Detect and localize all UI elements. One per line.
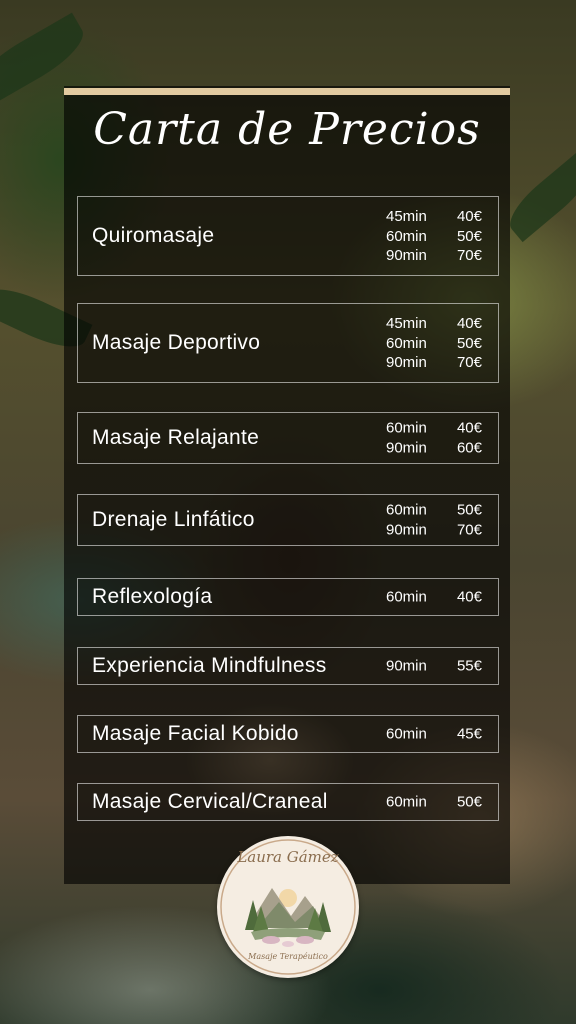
price: 40€ xyxy=(456,588,482,606)
price: 50€ xyxy=(456,227,482,245)
price-list: 60min 40€ xyxy=(386,587,482,607)
price-list: 60min 40€ 90min 60€ xyxy=(386,419,482,458)
duration: 60min xyxy=(386,725,427,743)
logo-subtitle: Masaje Terapéutico xyxy=(248,952,328,961)
service-row-masaje-relajante: Masaje Relajante 60min 40€ 90min 60€ xyxy=(77,412,499,464)
price-line: 90min 70€ xyxy=(386,353,482,373)
price: 40€ xyxy=(456,314,482,332)
price: 40€ xyxy=(456,419,482,437)
duration: 45min xyxy=(386,207,427,225)
price: 50€ xyxy=(456,501,482,519)
price: 70€ xyxy=(456,353,482,371)
service-row-experiencia-mindfulness: Experiencia Mindfulness 90min 55€ xyxy=(77,647,499,685)
service-name: Reflexología xyxy=(92,585,213,608)
duration: 90min xyxy=(386,521,427,538)
price-list: 60min 45€ xyxy=(386,724,482,744)
service-row-masaje-facial-kobido: Masaje Facial Kobido 60min 45€ xyxy=(77,715,499,753)
price-line: 60min 50€ xyxy=(386,226,482,246)
service-name: Drenaje Linfático xyxy=(92,508,255,531)
price: 50€ xyxy=(456,793,482,811)
duration: 45min xyxy=(386,314,427,332)
price-line: 60min 40€ xyxy=(386,587,482,607)
price-line: 60min 50€ xyxy=(386,333,482,353)
price: 55€ xyxy=(456,657,482,675)
price: 45€ xyxy=(456,725,482,743)
price-list: 60min 50€ 90min 70€ xyxy=(386,501,482,540)
service-name: Masaje Relajante xyxy=(92,426,260,449)
price-list: 60min 50€ xyxy=(386,792,482,812)
logo-name: Laura Gámez xyxy=(237,848,339,866)
accent-bar xyxy=(64,88,510,95)
service-name: Masaje Deportivo xyxy=(92,331,261,354)
price-line: 60min 40€ xyxy=(386,419,482,439)
duration: 60min xyxy=(386,419,427,437)
service-name: Experiencia Mindfulness xyxy=(92,654,327,677)
price-line: 45min 40€ xyxy=(386,314,482,334)
price: 70€ xyxy=(456,246,482,264)
service-row-masaje-cervical-craneal: Masaje Cervical/Craneal 60min 50€ xyxy=(77,783,499,821)
page-title: Carta de Precios xyxy=(93,104,481,155)
price-list: 90min 55€ xyxy=(386,656,482,676)
duration: 60min xyxy=(386,793,427,811)
price-line: 60min 50€ xyxy=(386,501,482,521)
duration: 60min xyxy=(386,334,427,352)
service-name: Quiromasaje xyxy=(92,224,215,247)
duration: 60min xyxy=(386,588,427,606)
service-row-reflexologia: Reflexología 60min 40€ xyxy=(77,578,499,616)
duration: 90min xyxy=(386,353,427,371)
price-line: 90min 70€ xyxy=(386,246,482,266)
price-line: 45min 40€ xyxy=(386,207,482,227)
price: 60€ xyxy=(456,439,482,456)
price-line: 90min 70€ xyxy=(386,520,482,540)
price-line: 90min 60€ xyxy=(386,438,482,458)
duration: 60min xyxy=(386,501,427,519)
duration: 90min xyxy=(386,657,427,675)
service-row-quiromasaje: Quiromasaje 45min 40€ 60min 50€ 90min 70€ xyxy=(77,196,499,276)
price: 40€ xyxy=(456,207,482,225)
service-name: Masaje Facial Kobido xyxy=(92,722,299,745)
price-line: 60min 50€ xyxy=(386,792,482,812)
duration: 60min xyxy=(386,227,427,245)
price: 50€ xyxy=(456,334,482,352)
duration: 90min xyxy=(386,246,427,264)
service-row-masaje-deportivo: Masaje Deportivo 45min 40€ 60min 50€ 90min… xyxy=(77,303,499,383)
price-line: 90min 55€ xyxy=(386,656,482,676)
service-row-drenaje-linfatico: Drenaje Linfático 60min 50€ 90min 70€ xyxy=(77,494,499,546)
price-list: 45min 40€ 60min 50€ 90min 70€ xyxy=(386,207,482,266)
price: 70€ xyxy=(456,521,482,538)
price-list: 45min 40€ 60min 50€ 90min 70€ xyxy=(386,314,482,373)
duration: 90min xyxy=(386,439,427,456)
price-line: 60min 45€ xyxy=(386,724,482,744)
brand-logo: Laura Gámez Masaje Terapéutico xyxy=(217,836,359,978)
service-name: Masaje Cervical/Craneal xyxy=(92,790,328,813)
